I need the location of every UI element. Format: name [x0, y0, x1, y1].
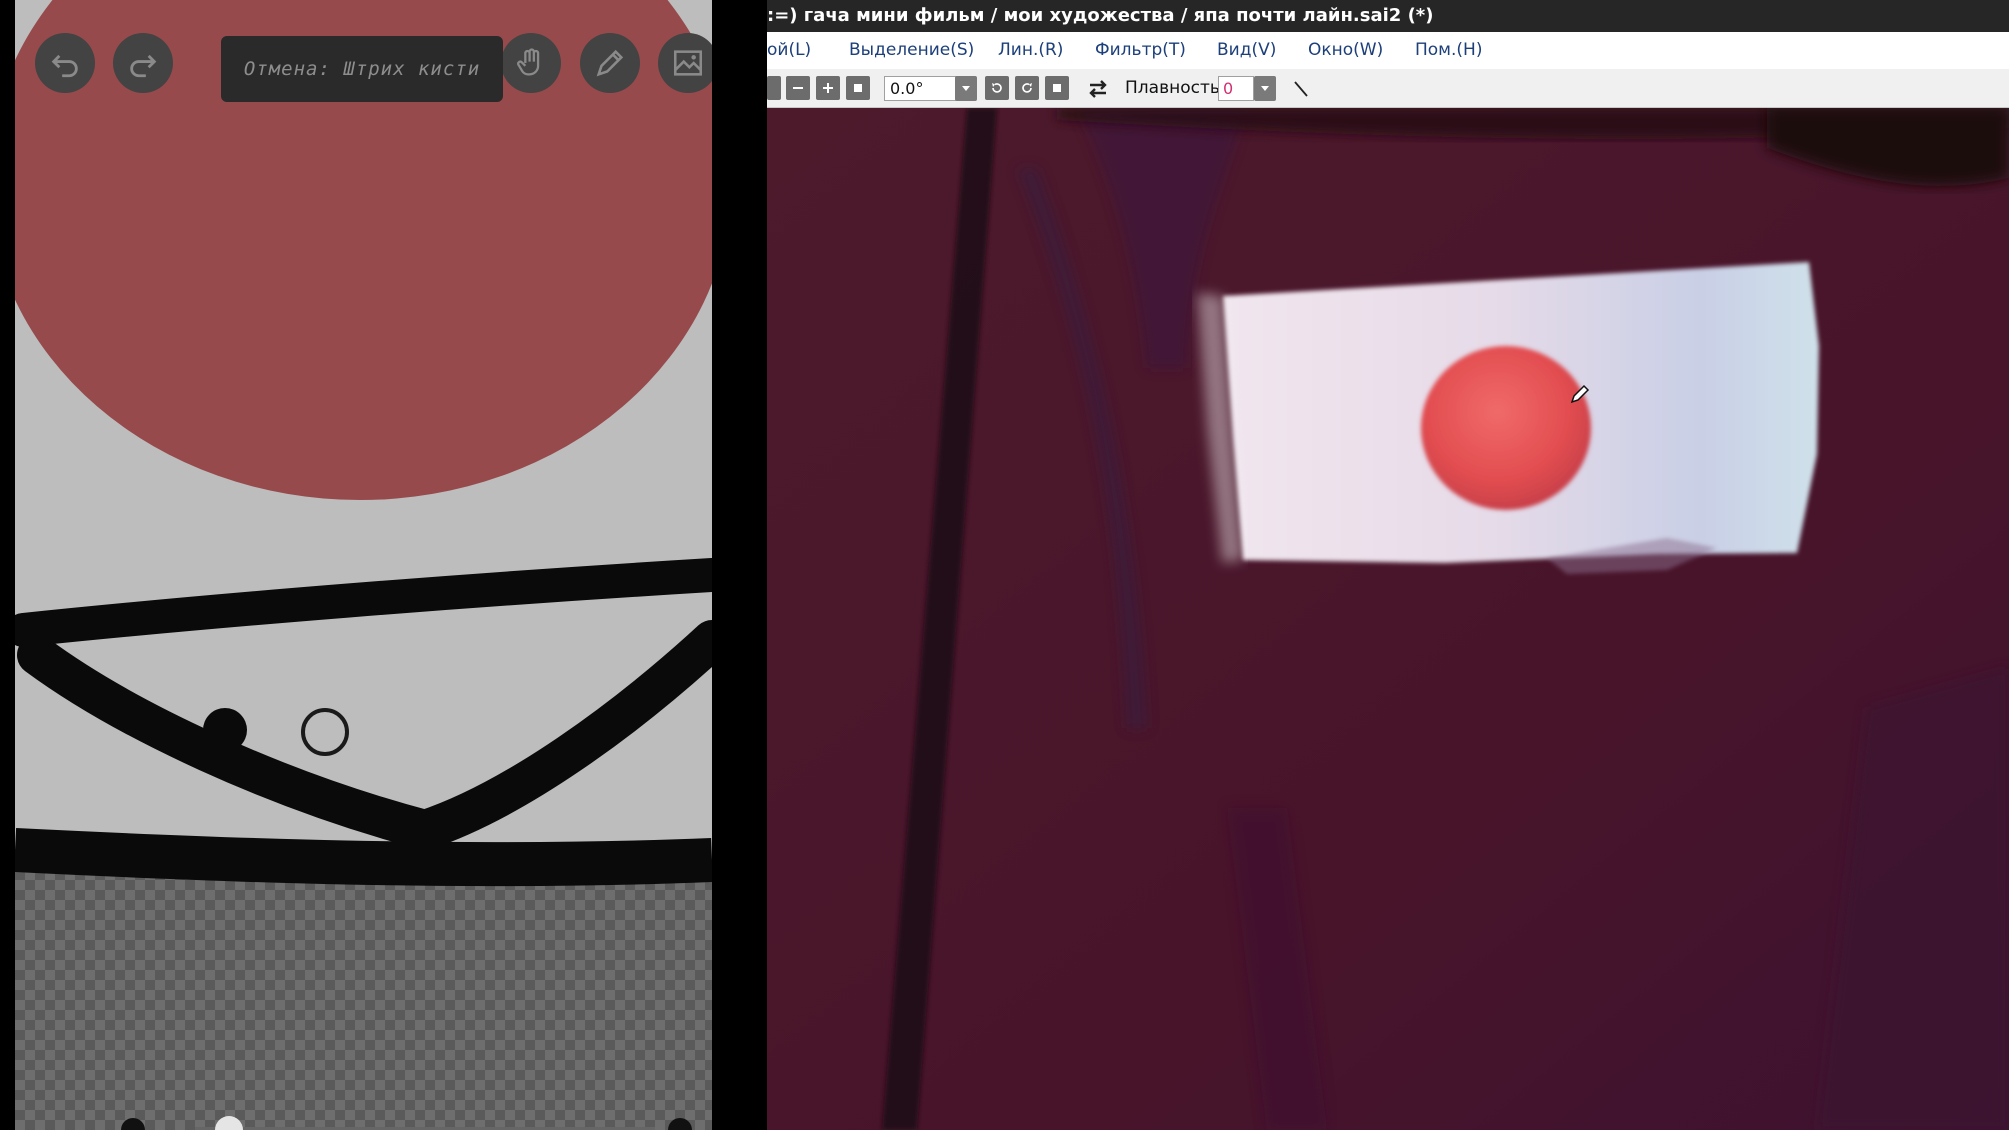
undo-button[interactable]: [35, 33, 95, 93]
chevron-down-icon: [962, 86, 970, 91]
zoom-in-button[interactable]: [816, 76, 840, 100]
smoothing-input[interactable]: 0: [1218, 76, 1254, 101]
rotate-left-button[interactable]: [985, 76, 1009, 100]
zoom-out-button[interactable]: [786, 76, 810, 100]
zoom-reset-button[interactable]: [767, 76, 781, 100]
redo-icon: [130, 54, 157, 78]
transparent-area: [15, 870, 712, 1130]
redo-button[interactable]: [113, 33, 173, 93]
mobile-drawing-app: Отмена: Штрих кисти: [15, 0, 712, 1130]
menu-selection[interactable]: Выделение(S): [849, 32, 974, 69]
line-tool-button[interactable]: [1290, 78, 1312, 100]
undo-tooltip: Отмена: Штрих кисти: [221, 36, 503, 102]
rotate-right-button[interactable]: [1015, 76, 1039, 100]
square-icon: [854, 84, 862, 92]
rotate-right-icon: [1022, 83, 1032, 93]
menu-window[interactable]: Окно(W): [1308, 32, 1383, 69]
hand-tool-button[interactable]: [501, 33, 561, 93]
chevron-down-icon: [1261, 86, 1269, 91]
flip-arrows-icon: [1089, 80, 1107, 98]
image-button[interactable]: [658, 33, 712, 93]
eye-highlight: [1197, 262, 1819, 574]
bottom-slider[interactable]: [15, 1116, 712, 1130]
smoothing-dropdown[interactable]: [1254, 76, 1276, 101]
plus-icon: [823, 83, 833, 93]
menu-bar: ой(L) Выделение(S) Лин.(R) Фильтр(T) Вид…: [767, 32, 2009, 69]
zoom-fit-button[interactable]: [846, 76, 870, 100]
drawing-canvas[interactable]: [15, 0, 712, 1130]
sai-canvas[interactable]: [767, 108, 2009, 1130]
image-icon: [673, 50, 703, 76]
sai-toolbar: 0.0° Плавность 0: [767, 69, 2009, 108]
smoothing-label: Плавность: [1125, 78, 1220, 98]
pencil-tool-button[interactable]: [580, 33, 640, 93]
window-title: :=) гача мини фильм / мои художества / я…: [767, 0, 2009, 32]
sai-window: :=) гача мини фильм / мои художества / я…: [767, 0, 2009, 1130]
menu-layer[interactable]: ой(L): [767, 32, 811, 69]
hand-icon: [517, 48, 540, 76]
menu-filter[interactable]: Фильтр(T): [1095, 32, 1186, 69]
rotation-dropdown[interactable]: [955, 76, 977, 101]
flip-button[interactable]: [1087, 78, 1109, 100]
rotate-left-icon: [992, 83, 1002, 93]
menu-ruler[interactable]: Лин.(R): [998, 32, 1063, 69]
pencil-icon: [596, 49, 624, 77]
menu-view[interactable]: Вид(V): [1217, 32, 1276, 69]
undo-icon: [51, 54, 78, 78]
line-icon: [1294, 81, 1308, 97]
minus-icon: [793, 87, 803, 89]
rotate-reset-button[interactable]: [1045, 76, 1069, 100]
menu-help[interactable]: Пом.(H): [1415, 32, 1482, 69]
square-icon: [1053, 84, 1061, 92]
